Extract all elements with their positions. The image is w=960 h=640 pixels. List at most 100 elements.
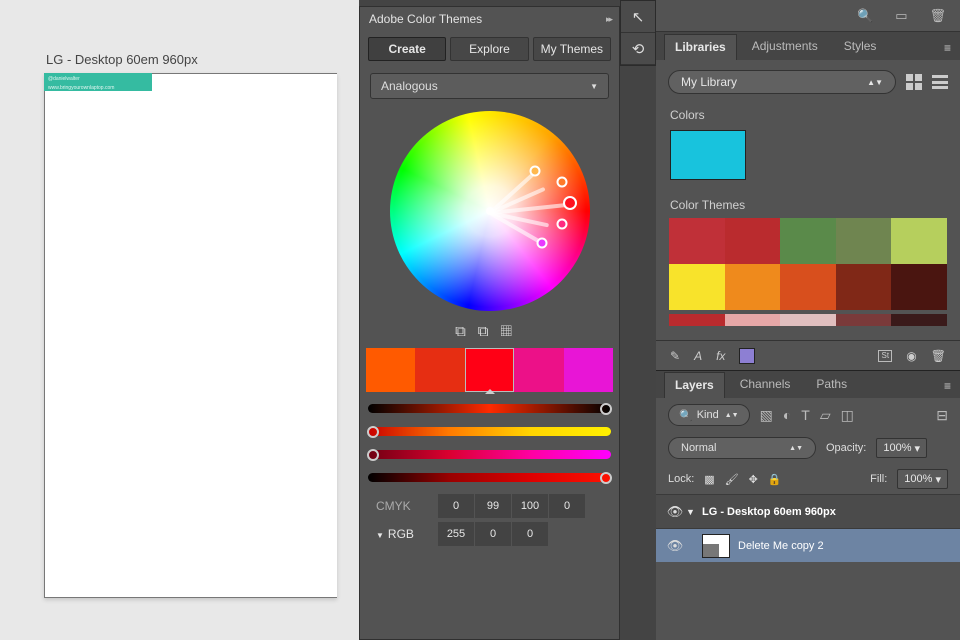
fill-field[interactable]: 100% ▾ <box>897 469 948 489</box>
library-theme-row2[interactable] <box>669 314 947 326</box>
layer-thumbnail <box>702 534 730 558</box>
swatch-3-selected[interactable] <box>465 348 514 392</box>
tab-create[interactable]: Create <box>368 37 446 61</box>
lock-all-icon[interactable]: 🔒 <box>768 473 782 486</box>
canvas-area: LG - Desktop 60em 960px @danielwalter ww… <box>0 0 359 640</box>
tab-explore[interactable]: Explore <box>450 37 528 61</box>
wheel-tools: ⧉⧉▦ <box>360 319 619 348</box>
filter-image-icon[interactable]: ▧ <box>760 407 773 424</box>
library-select[interactable]: My Library ▲▼ <box>668 70 896 94</box>
slider-2[interactable] <box>368 427 611 436</box>
trash-icon[interactable]: 🗑 <box>929 8 946 24</box>
layer-group-row[interactable]: 👁 ▼ LG - Desktop 60em 960px <box>656 494 960 528</box>
brush-icon[interactable]: ✎ <box>670 349 680 363</box>
visibility-eye-icon[interactable]: 👁 <box>664 504 686 520</box>
visibility-eye-icon[interactable]: 👁 <box>664 538 686 554</box>
fx-icon[interactable]: fx <box>716 349 725 363</box>
list-view-icon[interactable] <box>932 75 948 89</box>
type-a-icon[interactable]: A <box>694 349 702 363</box>
swatch-5[interactable] <box>564 348 613 392</box>
filter-adjust-icon[interactable]: ◐ <box>783 407 791 423</box>
st-icon[interactable]: St <box>878 350 892 362</box>
libraries-tabset: Libraries Adjustments Styles ≡ <box>656 32 960 60</box>
lock-pixels-icon[interactable]: ▩ <box>704 473 714 486</box>
slider-3[interactable] <box>368 450 611 459</box>
theme-swatch[interactable] <box>891 314 947 326</box>
theme-swatch[interactable] <box>725 218 781 264</box>
lock-label: Lock: <box>668 473 694 485</box>
theme-swatch[interactable] <box>891 264 947 310</box>
tab-adjustments[interactable]: Adjustments <box>741 33 829 60</box>
slider-4[interactable] <box>368 473 611 482</box>
theme-swatch[interactable] <box>891 218 947 264</box>
theme-swatch[interactable] <box>669 314 725 326</box>
library-theme-grid[interactable] <box>669 218 947 310</box>
theme-swatch[interactable] <box>780 264 836 310</box>
lib-top-toolbar: 🔍 ▭ 🗑 <box>656 0 960 32</box>
tab-my-themes[interactable]: My Themes <box>533 37 611 61</box>
filter-type-icon[interactable]: T <box>801 407 810 423</box>
harmony-rule-select[interactable]: Analogous ▼ <box>370 73 609 99</box>
theme-swatch[interactable] <box>780 218 836 264</box>
fill-label: Fill: <box>870 473 887 485</box>
opacity-field[interactable]: 100% ▾ <box>876 438 927 458</box>
collapse-icon[interactable]: ▸▸ <box>606 14 619 25</box>
search-icon: 🔍 <box>679 409 693 422</box>
color-themes-label: Color Themes <box>656 194 960 218</box>
disclosure-triangle-icon[interactable]: ▼ <box>686 507 702 517</box>
lock-position-icon[interactable]: ✥ <box>749 473 758 486</box>
theme-swatch[interactable] <box>669 264 725 310</box>
mode-rgb-row[interactable]: ▼RGB 255 0 0 <box>366 520 613 548</box>
styles-icon-row: ✎ A fx St ◉ 🗑 <box>656 340 960 370</box>
tab-channels[interactable]: Channels <box>729 371 802 398</box>
dock-strip: ↖ ⟲ <box>620 0 656 66</box>
theme-swatch[interactable] <box>836 264 892 310</box>
tab-libraries[interactable]: Libraries <box>664 34 737 60</box>
theme-swatch[interactable] <box>780 314 836 326</box>
lock-brush-icon[interactable]: 🖌 <box>725 473 739 486</box>
add-from-swatch-icon[interactable]: ⧉ <box>478 323 501 340</box>
cc-sync-icon[interactable]: ◉ <box>906 349 916 363</box>
panel-menu-icon[interactable]: ≡ <box>935 374 960 398</box>
grid-icon[interactable]: ▦ <box>501 323 524 340</box>
opacity-label: Opacity: <box>826 442 866 454</box>
color-themes-panel: Adobe Color Themes ▸▸ Create Explore My … <box>359 6 620 640</box>
new-icon[interactable]: ▭ <box>895 8 907 24</box>
search-icon[interactable]: 🔍 <box>857 8 873 24</box>
blend-mode-select[interactable]: Normal▲▼ <box>668 437 816 459</box>
panel-header[interactable]: Adobe Color Themes ▸▸ <box>360 7 619 31</box>
panel-menu-icon[interactable]: ≡ <box>935 36 960 60</box>
grid-view-icon[interactable] <box>906 74 922 90</box>
swatch-1[interactable] <box>366 348 415 392</box>
artboard-banner: @danielwalter www.bringyourownlaptop.com <box>44 73 152 91</box>
filter-toggle-icon[interactable]: ⊟ <box>936 407 948 424</box>
theme-swatch[interactable] <box>836 314 892 326</box>
theme-swatch[interactable] <box>725 264 781 310</box>
tab-paths[interactable]: Paths <box>805 371 858 398</box>
mode-cmyk-row[interactable]: CMYK 0 99 100 0 <box>366 492 613 520</box>
theme-swatch[interactable] <box>836 218 892 264</box>
trash-icon[interactable]: 🗑 <box>931 349 946 363</box>
tab-layers[interactable]: Layers <box>664 372 725 398</box>
slider-1[interactable] <box>368 404 611 413</box>
link-icon[interactable]: ⟲ <box>621 33 655 65</box>
filter-smart-icon[interactable]: ◫ <box>841 407 854 424</box>
arrow-tool-icon[interactable]: ↖ <box>621 1 655 33</box>
chevron-updown-icon: ▲▼ <box>867 78 883 87</box>
add-from-image-icon[interactable]: ⧉ <box>455 323 478 340</box>
theme-swatch[interactable] <box>725 314 781 326</box>
tab-styles[interactable]: Styles <box>833 33 888 60</box>
layer-filter-row: 🔍 Kind ▲▼ ▧ ◐ T ▱ ◫ ⊟ <box>656 398 960 432</box>
colors-label: Colors <box>656 104 960 128</box>
artboard[interactable] <box>44 73 337 598</box>
theme-swatch[interactable] <box>669 218 725 264</box>
color-chip[interactable] <box>739 348 755 364</box>
layer-row-selected[interactable]: 👁 Delete Me copy 2 <box>656 528 960 562</box>
swatch-4[interactable] <box>514 348 563 392</box>
layer-kind-filter[interactable]: 🔍 Kind ▲▼ <box>668 404 750 426</box>
chevron-down-icon: ▼ <box>590 82 598 91</box>
filter-shape-icon[interactable]: ▱ <box>820 407 831 424</box>
swatch-2[interactable] <box>415 348 464 392</box>
library-color-swatch[interactable] <box>670 130 746 180</box>
color-wheel[interactable] <box>390 111 590 311</box>
